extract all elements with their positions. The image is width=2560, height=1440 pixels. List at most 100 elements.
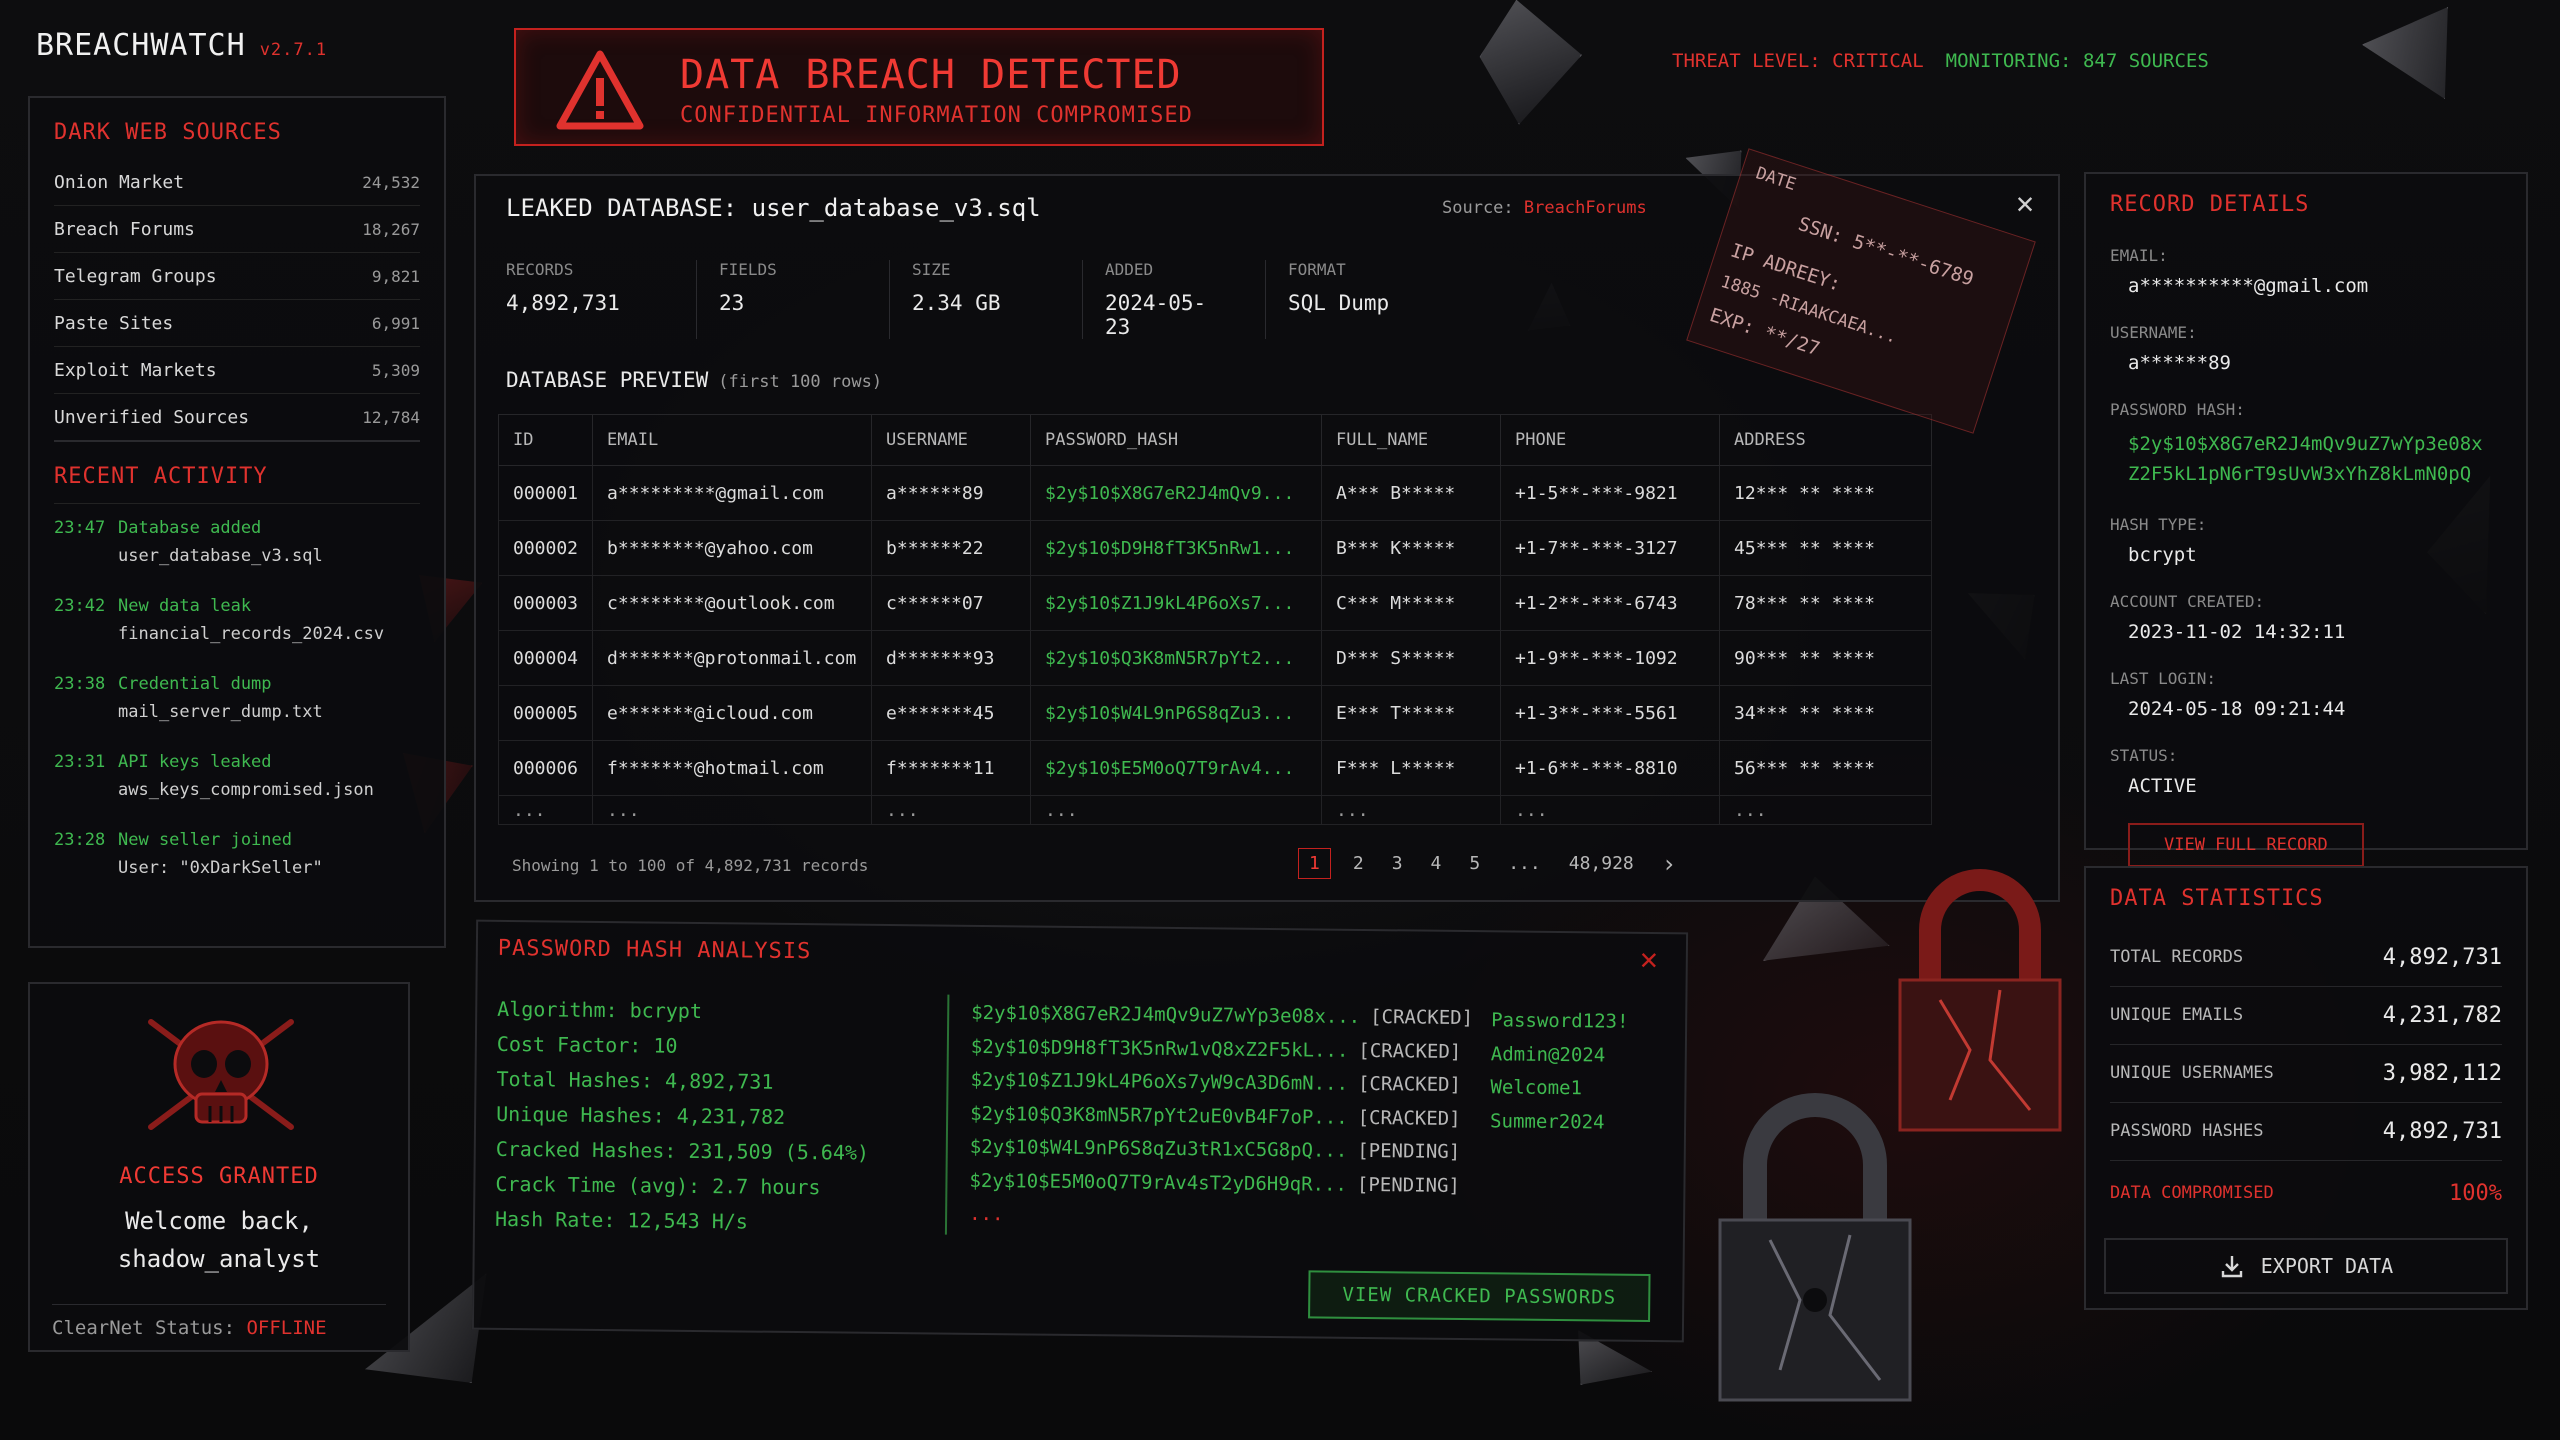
cell-email: e*******@icloud.com <box>592 685 873 741</box>
column-header[interactable]: EMAIL <box>592 414 873 466</box>
activity-item[interactable]: 23:31 API keys leaked aws_keys_compromised… <box>54 752 420 800</box>
view-full-record-button[interactable]: VIEW FULL RECORD <box>2128 823 2364 867</box>
next-page-icon[interactable]: › <box>1662 850 1676 878</box>
stat-value: 4,892,731 <box>2382 944 2502 970</box>
activity-item[interactable]: 23:47 Database added user_database_v3.sql <box>54 518 420 566</box>
cell-username: e*******45 <box>871 685 1032 741</box>
preview-title: DATABASE PREVIEW <box>506 368 709 392</box>
cell-name: E*** T***** <box>1321 685 1502 741</box>
hash-stat: Unique Hashes: 4,231,782 <box>496 1101 786 1129</box>
close-icon[interactable]: ✕ <box>2016 186 2034 221</box>
stat-value: 2.34 GB <box>912 291 1001 315</box>
source-item[interactable]: Onion Market 24,532 <box>54 159 420 206</box>
cracked-password: Password123! <box>1491 1009 1629 1033</box>
hash-item[interactable]: $2y$10$D9H8fT3K5nRw1vQ8xZ2F5kL... [CRACKE… <box>971 1030 1473 1069</box>
column-header[interactable]: USERNAME <box>871 414 1032 466</box>
table-row[interactable]: 000004 d*******@protonmail.com d*******93 $… <box>497 630 1932 686</box>
stat-key: UNIQUE EMAILS <box>2110 1005 2244 1025</box>
page-button[interactable]: 48,928 <box>1569 853 1634 874</box>
alert-subtitle: CONFIDENTIAL INFORMATION COMPROMISED <box>680 103 1193 128</box>
cell-username: c******07 <box>871 575 1032 631</box>
download-icon <box>2221 1256 2242 1278</box>
cell-ellipsis: ... <box>1030 795 1323 825</box>
field-label: PASSWORD HASH: <box>2110 400 2245 419</box>
cell-email: d*******@protonmail.com <box>592 630 873 686</box>
activity-event: New data leak <box>118 596 252 616</box>
stat-value: SQL Dump <box>1288 291 1390 315</box>
column-header[interactable]: FULL_NAME <box>1321 414 1502 466</box>
source-item[interactable]: Breach Forums 18,267 <box>54 206 420 253</box>
source-item[interactable]: Paste Sites 6,991 <box>54 300 420 347</box>
hash-value: $2y$10$X8G7eR2J4mQv9uZ7wYp3e08x Z2F5kL1pN… <box>2128 429 2506 489</box>
cell-id: 000002 <box>497 520 594 576</box>
source-count: 18,267 <box>362 219 420 239</box>
cell-address: 78*** ** **** <box>1719 575 1932 631</box>
activity-item[interactable]: 23:42 New data leak financial_records_2024… <box>54 596 420 644</box>
cell-id: 000005 <box>497 685 594 741</box>
source-count: 24,532 <box>362 172 420 192</box>
stat-row: PASSWORD HASHES 4,892,731 <box>2110 1102 2502 1161</box>
table-row[interactable]: 000002 b********@yahoo.com b******22 $2y$10… <box>497 520 1932 576</box>
record-fields: EMAIL: a**********@gmail.com USERNAME: a… <box>2110 246 2506 867</box>
hash-item[interactable]: $2y$10$Z1J9kL4P6oXs7yW9cA3D6mN... [CRACKE… <box>970 1064 1472 1103</box>
cell-email: a*********@gmail.com <box>592 465 873 521</box>
cell-name: B*** K***** <box>1321 520 1502 576</box>
stat-value: 4,892,731 <box>2382 1118 2502 1144</box>
cell-phone: +1-5**-***-9821 <box>1500 465 1721 521</box>
cell-address: 90*** ** **** <box>1719 630 1932 686</box>
cell-ellipsis: ... <box>871 795 1032 825</box>
skull-icon <box>148 1019 294 1130</box>
stat-key: FORMAT <box>1288 260 1346 279</box>
table-row[interactable]: 000006 f*******@hotmail.com f*******11 $2y$… <box>497 740 1932 796</box>
source-item[interactable]: Exploit Markets 5,309 <box>54 347 420 394</box>
page-button[interactable]: 4 <box>1431 853 1442 874</box>
source-label: Unverified Sources <box>54 406 250 428</box>
page-button[interactable]: 3 <box>1392 853 1403 874</box>
cell-ellipsis: ... <box>1321 795 1502 825</box>
hash-item[interactable]: $2y$10$W4L9nP6S8qZu3tR1xC5G8pQ... [PENDIN… <box>970 1131 1472 1170</box>
view-cracked-passwords-button[interactable]: VIEW CRACKED PASSWORDS <box>1308 1270 1651 1322</box>
stat-added: ADDED 2024-05-23 <box>1105 260 1266 339</box>
close-icon[interactable]: ✕ <box>1640 942 1658 977</box>
page-button[interactable]: 1 <box>1298 848 1331 879</box>
table-row[interactable]: 000005 e*******@icloud.com e*******45 $2y$1… <box>497 685 1932 741</box>
cell-name: C*** M***** <box>1321 575 1502 631</box>
hash-value: $2y$10$Z1J9kL4P6oXs7yW9cA3D6mN... <box>970 1068 1349 1095</box>
access-panel: ACCESS GRANTED Welcome back, shadow_anal… <box>28 982 410 1352</box>
source-item[interactable]: Telegram Groups 9,821 <box>54 253 420 300</box>
column-header[interactable]: PASSWORD_HASH <box>1030 414 1323 466</box>
column-header[interactable]: ID <box>497 414 594 466</box>
cell-address: 12*** ** **** <box>1719 465 1932 521</box>
activity-item[interactable]: 23:38 Credential dump mail_server_dump.txt <box>54 674 420 722</box>
source-link[interactable]: BreachForums <box>1524 198 1647 218</box>
column-header[interactable]: PHONE <box>1500 414 1721 466</box>
stat-value: 4,892,731 <box>506 291 620 315</box>
cell-ellipsis: ... <box>1500 795 1721 825</box>
page-button[interactable]: 5 <box>1469 853 1480 874</box>
preview-heading: DATABASE PREVIEW (first 100 rows) <box>506 368 882 392</box>
hash-stat: Total Hashes: 4,892,731 <box>496 1066 774 1094</box>
hash-stat: Cracked Hashes: 231,509 (5.64%) <box>495 1136 870 1165</box>
hash-item[interactable]: $2y$10$Q3K8mN5R7pYt2uE0vB4F7oP... [CRACKE… <box>970 1097 1472 1136</box>
hash-analysis-panel: PASSWORD HASH ANALYSIS ✕ Algorithm: bcry… <box>471 919 1689 1343</box>
stat-value: 4,231,782 <box>2382 1002 2502 1028</box>
hash-stat: Crack Time (avg): 2.7 hours <box>495 1171 821 1200</box>
stat-key: ADDED <box>1105 260 1154 279</box>
activity-event: Database added <box>118 518 262 538</box>
hash-item[interactable]: $2y$10$E5M0oQ7T9rAv4sT2yD6H9qR... [PENDIN… <box>969 1164 1471 1203</box>
table-row[interactable]: 000001 a*********@gmail.com a******89 $2y$1… <box>497 465 1932 521</box>
stat-value: 100% <box>2449 1180 2502 1206</box>
app-brand: BREACHWATCH v2.7.1 <box>36 28 327 63</box>
hash-status: [CRACKED] <box>1358 1039 1462 1063</box>
page-button[interactable]: 2 <box>1353 853 1364 874</box>
field-label: USERNAME: <box>2110 323 2197 342</box>
column-header[interactable]: ADDRESS <box>1719 414 1932 466</box>
record-details-title: RECORD DETAILS <box>2110 192 2310 217</box>
export-data-button[interactable]: EXPORT DATA <box>2104 1238 2508 1294</box>
table-row[interactable]: 000003 c********@outlook.com c******07 $2y$… <box>497 575 1932 631</box>
hash-item[interactable]: $2y$10$X8G7eR2J4mQv9uZ7wYp3e08x... [CRACK… <box>971 997 1473 1036</box>
activity-item[interactable]: 23:28 New seller joined User: "0xDarkSelle… <box>54 830 420 878</box>
clearnet-status: ClearNet Status: OFFLINE <box>52 1304 386 1339</box>
source-item[interactable]: Unverified Sources 12,784 <box>54 394 420 442</box>
alert-title: DATA BREACH DETECTED <box>680 52 1182 98</box>
